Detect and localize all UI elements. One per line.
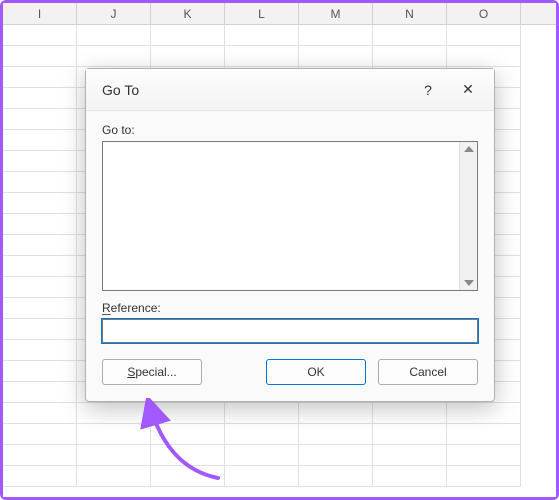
help-button[interactable]: ?: [408, 74, 448, 106]
goto-listbox[interactable]: [102, 141, 478, 291]
col-header[interactable]: M: [299, 3, 373, 24]
col-header[interactable]: J: [77, 3, 151, 24]
col-header[interactable]: L: [225, 3, 299, 24]
close-button[interactable]: ✕: [448, 74, 488, 106]
scroll-up-icon[interactable]: [464, 146, 474, 152]
dialog-title: Go To: [102, 82, 408, 98]
col-header[interactable]: K: [151, 3, 225, 24]
listbox-scrollbar[interactable]: [459, 142, 477, 290]
scroll-down-icon[interactable]: [464, 280, 474, 286]
go-to-dialog: Go To ? ✕ Go to: Reference: Special... O…: [85, 68, 495, 402]
col-header[interactable]: O: [447, 3, 521, 24]
cancel-button[interactable]: Cancel: [378, 359, 478, 385]
goto-label: Go to:: [102, 123, 478, 137]
column-headers: I J K L M N O: [3, 3, 556, 25]
special-button[interactable]: Special...: [102, 359, 202, 385]
close-icon: ✕: [462, 81, 474, 98]
dialog-titlebar[interactable]: Go To ? ✕: [86, 69, 494, 111]
col-header[interactable]: N: [373, 3, 447, 24]
reference-label: Reference:: [102, 301, 478, 315]
ok-button[interactable]: OK: [266, 359, 366, 385]
reference-input[interactable]: [102, 319, 478, 343]
col-header[interactable]: I: [3, 3, 77, 24]
help-icon: ?: [424, 82, 432, 98]
